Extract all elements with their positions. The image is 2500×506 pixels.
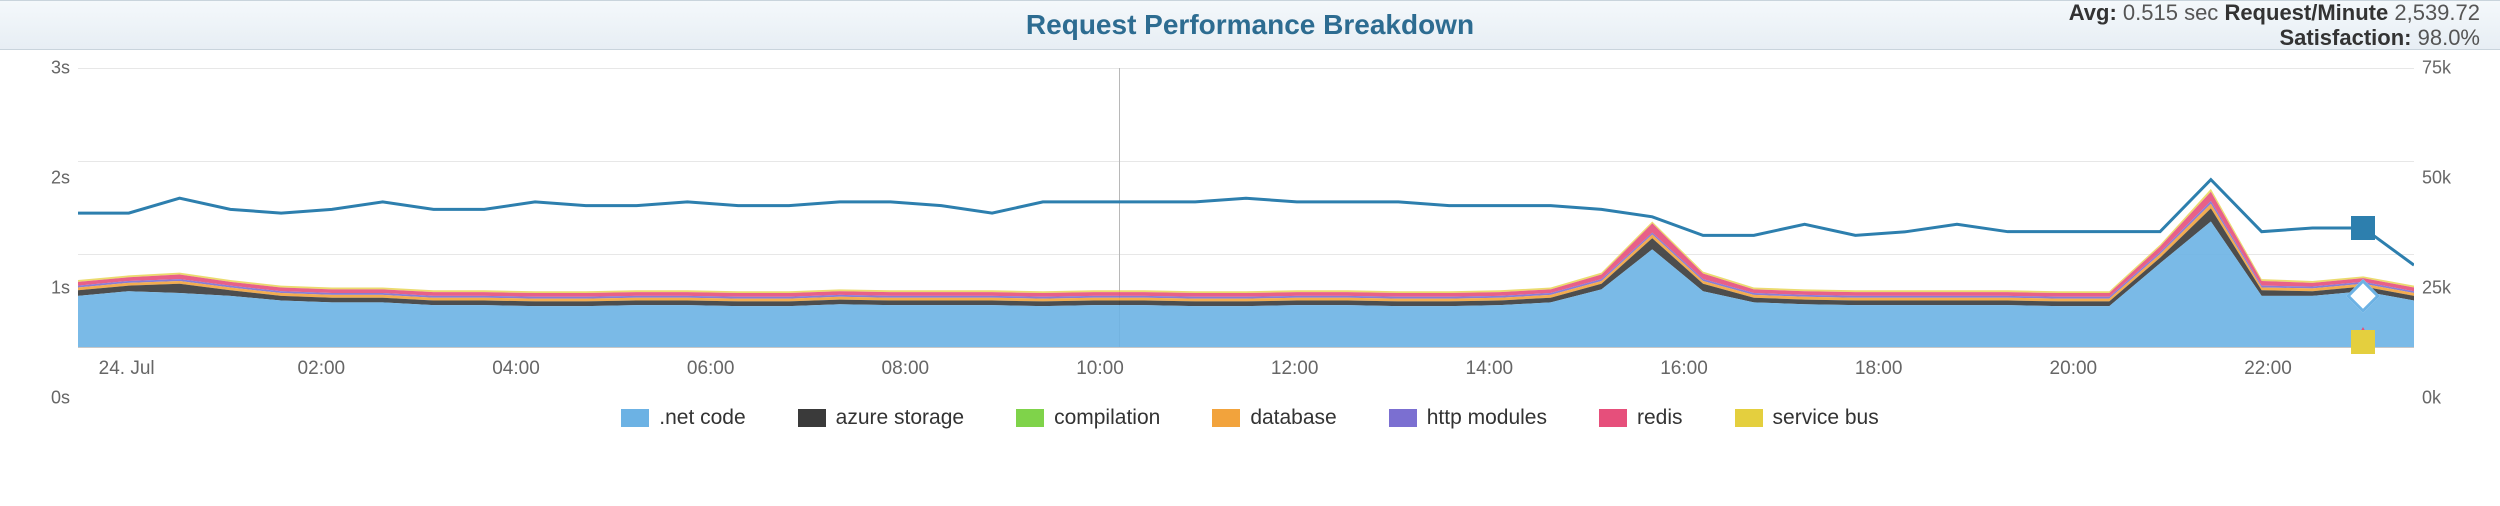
legend-label: .net code <box>659 406 745 430</box>
x-tick: 14:00 <box>1466 358 1514 380</box>
legend-label: compilation <box>1054 406 1160 430</box>
series-marker <box>2351 216 2375 240</box>
x-tick: 04:00 <box>492 358 540 380</box>
y-left-tick: 0s <box>30 388 70 409</box>
y-right-tick: 25k <box>2422 278 2470 299</box>
chart-area[interactable]: 0s 1s 2s 3s 0k 25k 50k 75k 24. Jul02:000… <box>30 68 2470 398</box>
legend-swatch <box>1212 409 1240 427</box>
title-bar: Request Performance Breakdown Avg: 0.515… <box>0 0 2500 50</box>
y-right-tick: 75k <box>2422 58 2470 79</box>
legend-swatch <box>1735 409 1763 427</box>
x-tick: 12:00 <box>1271 358 1319 380</box>
legend-swatch <box>798 409 826 427</box>
legend-label: azure storage <box>836 406 964 430</box>
legend-label: service bus <box>1773 406 1879 430</box>
legend-swatch <box>1389 409 1417 427</box>
legend-label: http modules <box>1427 406 1547 430</box>
panel: Request Performance Breakdown Avg: 0.515… <box>0 0 2500 446</box>
x-tick: 06:00 <box>687 358 735 380</box>
y-right-tick: 50k <box>2422 167 2470 188</box>
legend: .net code azure storage compilation databas… <box>0 398 2500 446</box>
x-tick: 10:00 <box>1076 358 1124 380</box>
plot-svg <box>78 68 2414 347</box>
legend-item-http[interactable]: http modules <box>1389 406 1547 430</box>
legend-label: database <box>1250 406 1336 430</box>
legend-item-azure[interactable]: azure storage <box>798 406 964 430</box>
legend-item-db[interactable]: database <box>1212 406 1336 430</box>
y-left-tick: 2s <box>30 167 70 188</box>
legend-swatch <box>621 409 649 427</box>
legend-swatch <box>1599 409 1627 427</box>
x-tick: 02:00 <box>298 358 346 380</box>
legend-item-comp[interactable]: compilation <box>1016 406 1160 430</box>
x-tick: 08:00 <box>882 358 930 380</box>
legend-item-redis[interactable]: redis <box>1599 406 1683 430</box>
x-tick: 16:00 <box>1660 358 1708 380</box>
series-marker <box>2351 330 2375 354</box>
plot-region[interactable] <box>78 68 2414 348</box>
y-right-tick: 0k <box>2422 388 2470 409</box>
legend-swatch <box>1016 409 1044 427</box>
legend-item-net[interactable]: .net code <box>621 406 745 430</box>
y-left-tick: 1s <box>30 278 70 299</box>
legend-label: redis <box>1637 406 1683 430</box>
chart-title: Request Performance Breakdown <box>0 9 2500 41</box>
x-axis: 24. Jul 02:00 04:00 06:00 08:00 10:00 12:00 14:… <box>78 352 2414 398</box>
x-tick: 18:00 <box>1855 358 1903 380</box>
x-tick: 24. Jul <box>99 358 155 380</box>
x-tick: 22:00 <box>2244 358 2292 380</box>
y-left-tick: 3s <box>30 58 70 79</box>
legend-item-sbus[interactable]: service bus <box>1735 406 1879 430</box>
x-tick: 20:00 <box>2050 358 2098 380</box>
